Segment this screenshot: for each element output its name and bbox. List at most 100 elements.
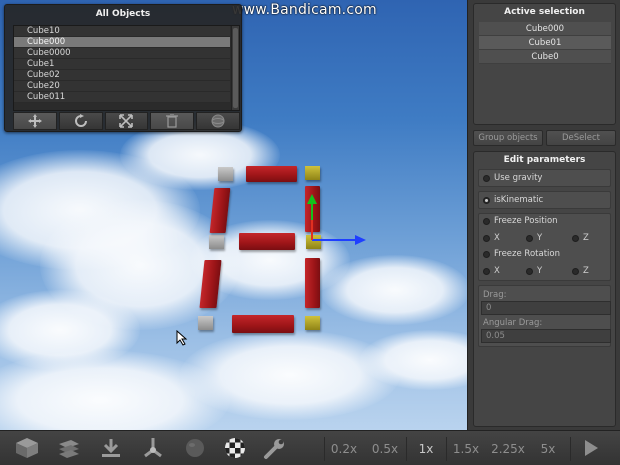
- selected-object-item[interactable]: Cube0: [479, 50, 611, 64]
- freeze-position-x[interactable]: X: [483, 233, 500, 243]
- move-icon: [27, 114, 42, 128]
- axis-label: X: [494, 266, 500, 276]
- play-icon: [585, 440, 598, 456]
- drag-field[interactable]: 0: [481, 301, 611, 315]
- gizmo-x-arrow[interactable]: [355, 235, 366, 245]
- inspector-panel: Active selection Cube000 Cube01 Cube0 Gr…: [467, 0, 620, 430]
- edit-parameters-panel: Edit parameters Use gravity isKinematic …: [473, 151, 616, 427]
- use-gravity-toggle[interactable]: Use gravity: [483, 173, 542, 183]
- object-list-item[interactable]: Cube011: [14, 92, 230, 103]
- angular-drag-label: Angular Drag:: [483, 318, 543, 328]
- gizmo-y-arrow[interactable]: [307, 194, 317, 204]
- freeze-rotation-y[interactable]: Y: [526, 266, 542, 276]
- selected-object-item[interactable]: Cube01: [479, 36, 611, 50]
- checker-icon: [225, 438, 245, 458]
- cube-corner[interactable]: [198, 316, 213, 330]
- object-list[interactable]: Cube10 Cube000 Cube0000 Cube1 Cube02 Cub…: [13, 25, 240, 111]
- sphere-icon: [186, 439, 204, 457]
- active-selection-list[interactable]: Cube000 Cube01 Cube0: [479, 22, 611, 64]
- cube-corner-selected[interactable]: [305, 316, 320, 330]
- sphere-tool-button[interactable]: [196, 112, 240, 130]
- freeze-rotation-toggle[interactable]: Freeze Rotation: [483, 249, 560, 259]
- speed-1x-button[interactable]: 1x: [407, 435, 445, 463]
- freeze-position-z-checkbox[interactable]: [572, 234, 579, 242]
- drag-block: Drag: 0 Angular Drag: 0.05: [478, 285, 611, 347]
- active-selection-title: Active selection: [504, 7, 585, 17]
- freeze-position-x-checkbox[interactable]: [483, 234, 490, 242]
- deselect-button[interactable]: DeSelect: [546, 130, 616, 146]
- delete-icon: [166, 114, 179, 128]
- is-kinematic-block: isKinematic: [478, 191, 611, 209]
- bottom-toolbar: 0.2x 0.5x 1x 1.5x 2.25x 5x: [0, 430, 620, 465]
- is-kinematic-toggle[interactable]: isKinematic: [483, 195, 543, 205]
- play-button[interactable]: [578, 435, 604, 461]
- freeze-block: Freeze Position X Y Z Freeze Rotation X …: [478, 213, 611, 281]
- selection-actions: Group objects DeSelect: [473, 130, 616, 146]
- speed-0-5x-button[interactable]: 0.5x: [366, 435, 404, 463]
- object-list-item[interactable]: Cube1: [14, 59, 230, 70]
- object-list-item[interactable]: Cube0000: [14, 48, 230, 59]
- freeze-position-toggle[interactable]: Freeze Position: [483, 216, 558, 226]
- joint-tool-button[interactable]: [140, 435, 166, 461]
- rotate-tool-button[interactable]: [58, 112, 103, 130]
- cube-corner-selected[interactable]: [305, 166, 320, 180]
- freeze-position-z[interactable]: Z: [572, 233, 589, 243]
- scale-icon: [119, 114, 134, 128]
- all-objects-panel: All Objects Cube10 Cube000 Cube0000 Cube…: [4, 4, 242, 132]
- wrench-tool-button[interactable]: [262, 435, 288, 461]
- download-tool-button[interactable]: [98, 435, 124, 461]
- cube-icon: [16, 438, 38, 458]
- speed-0-2x-button[interactable]: 0.2x: [325, 435, 363, 463]
- cube-bar[interactable]: [232, 315, 294, 333]
- freeze-rotation-z-checkbox[interactable]: [572, 267, 579, 275]
- axis-label: Y: [537, 233, 543, 243]
- axis-label: X: [494, 233, 500, 243]
- cube-tool-button[interactable]: [14, 435, 40, 461]
- freeze-position-y-checkbox[interactable]: [526, 234, 533, 242]
- freeze-rotation-x-checkbox[interactable]: [483, 267, 490, 275]
- wrench-icon: [264, 439, 284, 459]
- freeze-rotation-z[interactable]: Z: [572, 266, 589, 276]
- object-list-item[interactable]: Cube10: [14, 26, 230, 37]
- delete-tool-button[interactable]: [150, 112, 195, 130]
- freeze-position-label: Freeze Position: [494, 216, 558, 226]
- scrollbar-thumb[interactable]: [233, 28, 238, 108]
- cube-bar[interactable]: [239, 233, 295, 250]
- cube-bar[interactable]: [305, 258, 320, 308]
- angular-drag-field[interactable]: 0.05: [481, 329, 611, 343]
- freeze-rotation-y-checkbox[interactable]: [526, 267, 533, 275]
- object-list-item[interactable]: Cube000: [14, 37, 230, 48]
- sphere-tool-button[interactable]: [182, 435, 208, 461]
- layers-tool-button[interactable]: [56, 435, 82, 461]
- object-list-scrollbar[interactable]: [231, 26, 239, 110]
- axis-label: Z: [583, 233, 589, 243]
- use-gravity-checkbox[interactable]: [483, 174, 490, 182]
- freeze-position-y[interactable]: Y: [526, 233, 542, 243]
- download-icon: [102, 439, 120, 457]
- selected-object-item[interactable]: Cube000: [479, 22, 611, 36]
- move-tool-button[interactable]: [13, 112, 57, 130]
- recorder-watermark: www.Bandicam.com: [232, 2, 377, 18]
- cube-bar[interactable]: [246, 166, 297, 182]
- freeze-rotation-checkbox[interactable]: [483, 250, 490, 258]
- use-gravity-label: Use gravity: [494, 173, 543, 183]
- scale-tool-button[interactable]: [104, 112, 149, 130]
- group-objects-button[interactable]: Group objects: [473, 130, 543, 146]
- freeze-rotation-x[interactable]: X: [483, 266, 500, 276]
- toolbar-divider: [570, 437, 571, 461]
- freeze-rotation-label: Freeze Rotation: [494, 249, 560, 259]
- speed-5x-button[interactable]: 5x: [529, 435, 567, 463]
- object-list-item[interactable]: Cube20: [14, 81, 230, 92]
- freeze-position-checkbox[interactable]: [483, 217, 490, 225]
- transform-gizmo[interactable]: [295, 190, 375, 250]
- speed-1-5x-button[interactable]: 1.5x: [447, 435, 485, 463]
- axis-label: Z: [583, 266, 589, 276]
- checker-tool-button[interactable]: [222, 435, 248, 461]
- speed-2-25x-button[interactable]: 2.25x: [489, 435, 527, 463]
- edit-parameters-title: Edit parameters: [503, 155, 586, 165]
- object-list-item[interactable]: Cube02: [14, 70, 230, 81]
- is-kinematic-checkbox[interactable]: [483, 196, 490, 204]
- cube-corner[interactable]: [218, 167, 233, 181]
- rotate-icon: [74, 114, 87, 127]
- cube-corner[interactable]: [209, 235, 224, 249]
